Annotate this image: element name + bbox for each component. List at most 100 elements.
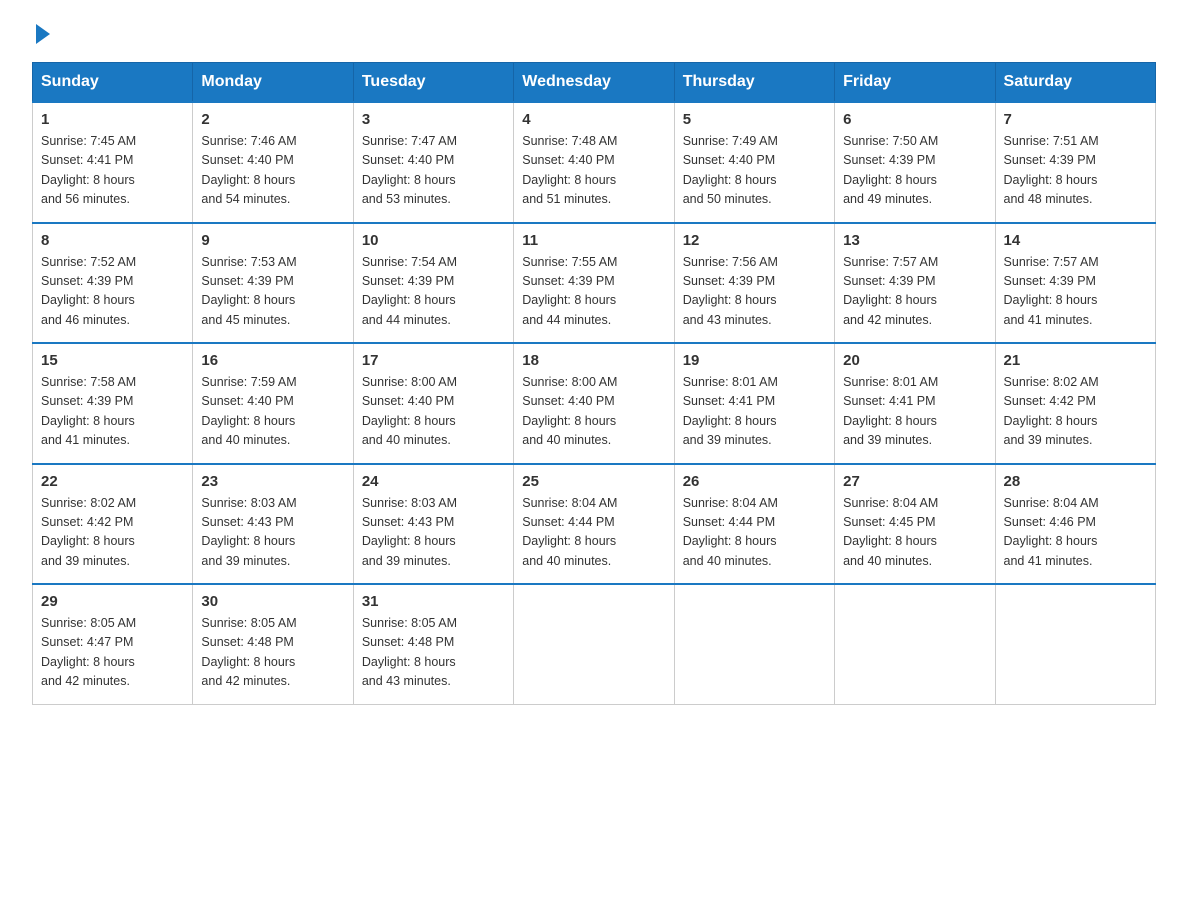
day-info: Sunrise: 8:01 AMSunset: 4:41 PMDaylight:… xyxy=(843,373,986,451)
weekday-saturday: Saturday xyxy=(995,63,1155,103)
day-info: Sunrise: 7:59 AMSunset: 4:40 PMDaylight:… xyxy=(201,373,344,451)
calendar-cell: 18Sunrise: 8:00 AMSunset: 4:40 PMDayligh… xyxy=(514,343,674,464)
calendar-cell: 8 Sunrise: 7:52 AMSunset: 4:39 PMDaylight… xyxy=(33,223,193,344)
calendar-cell: 16 Sunrise: 7:59 AMSunset: 4:40 PMDayligh… xyxy=(193,343,353,464)
day-number: 20 xyxy=(843,352,986,369)
day-info: Sunrise: 7:53 AMSunset: 4:39 PMDaylight:… xyxy=(201,253,344,331)
day-info: Sunrise: 7:48 AMSunset: 4:40 PMDaylight:… xyxy=(522,132,665,210)
day-number: 6 xyxy=(843,111,986,128)
calendar-cell: 21 Sunrise: 8:02 AMSunset: 4:42 PMDayligh… xyxy=(995,343,1155,464)
day-info: Sunrise: 7:47 AMSunset: 4:40 PMDaylight:… xyxy=(362,132,505,210)
week-row-4: 22 Sunrise: 8:02 AMSunset: 4:42 PMDayligh… xyxy=(33,464,1156,585)
day-number: 23 xyxy=(201,473,344,490)
calendar-cell: 31 Sunrise: 8:05 AMSunset: 4:48 PMDayligh… xyxy=(353,584,513,704)
weekday-tuesday: Tuesday xyxy=(353,63,513,103)
day-number: 14 xyxy=(1004,232,1147,249)
day-info: Sunrise: 8:02 AMSunset: 4:42 PMDaylight:… xyxy=(1004,373,1147,451)
calendar-cell: 23 Sunrise: 8:03 AMSunset: 4:43 PMDayligh… xyxy=(193,464,353,585)
calendar-cell xyxy=(995,584,1155,704)
calendar-cell: 28Sunrise: 8:04 AMSunset: 4:46 PMDayligh… xyxy=(995,464,1155,585)
day-info: Sunrise: 8:02 AMSunset: 4:42 PMDaylight:… xyxy=(41,494,184,572)
calendar-cell xyxy=(674,584,834,704)
logo xyxy=(32,24,50,42)
day-info: Sunrise: 8:01 AMSunset: 4:41 PMDaylight:… xyxy=(683,373,826,451)
day-number: 18 xyxy=(522,352,665,369)
day-number: 25 xyxy=(522,473,665,490)
week-row-5: 29Sunrise: 8:05 AMSunset: 4:47 PMDayligh… xyxy=(33,584,1156,704)
day-info: Sunrise: 8:04 AMSunset: 4:45 PMDaylight:… xyxy=(843,494,986,572)
weekday-thursday: Thursday xyxy=(674,63,834,103)
day-number: 17 xyxy=(362,352,505,369)
calendar-cell: 7 Sunrise: 7:51 AMSunset: 4:39 PMDaylight… xyxy=(995,102,1155,223)
day-number: 1 xyxy=(41,111,184,128)
calendar-table: SundayMondayTuesdayWednesdayThursdayFrid… xyxy=(32,62,1156,705)
day-number: 11 xyxy=(522,232,665,249)
calendar-body: 1 Sunrise: 7:45 AMSunset: 4:41 PMDaylight… xyxy=(33,102,1156,704)
day-info: Sunrise: 7:52 AMSunset: 4:39 PMDaylight:… xyxy=(41,253,184,331)
calendar-cell: 10Sunrise: 7:54 AMSunset: 4:39 PMDayligh… xyxy=(353,223,513,344)
calendar-cell: 25 Sunrise: 8:04 AMSunset: 4:44 PMDayligh… xyxy=(514,464,674,585)
calendar-cell: 13Sunrise: 7:57 AMSunset: 4:39 PMDayligh… xyxy=(835,223,995,344)
calendar-cell: 4 Sunrise: 7:48 AMSunset: 4:40 PMDaylight… xyxy=(514,102,674,223)
day-info: Sunrise: 7:57 AMSunset: 4:39 PMDaylight:… xyxy=(1004,253,1147,331)
calendar-cell: 6 Sunrise: 7:50 AMSunset: 4:39 PMDaylight… xyxy=(835,102,995,223)
day-number: 7 xyxy=(1004,111,1147,128)
week-row-2: 8 Sunrise: 7:52 AMSunset: 4:39 PMDaylight… xyxy=(33,223,1156,344)
day-number: 19 xyxy=(683,352,826,369)
day-number: 21 xyxy=(1004,352,1147,369)
day-info: Sunrise: 7:56 AMSunset: 4:39 PMDaylight:… xyxy=(683,253,826,331)
weekday-row: SundayMondayTuesdayWednesdayThursdayFrid… xyxy=(33,63,1156,103)
calendar-cell: 12 Sunrise: 7:56 AMSunset: 4:39 PMDayligh… xyxy=(674,223,834,344)
calendar-header: SundayMondayTuesdayWednesdayThursdayFrid… xyxy=(33,63,1156,103)
weekday-sunday: Sunday xyxy=(33,63,193,103)
day-info: Sunrise: 8:03 AMSunset: 4:43 PMDaylight:… xyxy=(201,494,344,572)
day-info: Sunrise: 8:00 AMSunset: 4:40 PMDaylight:… xyxy=(362,373,505,451)
day-info: Sunrise: 7:50 AMSunset: 4:39 PMDaylight:… xyxy=(843,132,986,210)
calendar-cell: 2 Sunrise: 7:46 AMSunset: 4:40 PMDaylight… xyxy=(193,102,353,223)
day-number: 12 xyxy=(683,232,826,249)
logo-arrow-icon xyxy=(36,24,50,44)
day-number: 9 xyxy=(201,232,344,249)
calendar-cell: 3 Sunrise: 7:47 AMSunset: 4:40 PMDaylight… xyxy=(353,102,513,223)
calendar-cell: 1 Sunrise: 7:45 AMSunset: 4:41 PMDaylight… xyxy=(33,102,193,223)
day-number: 16 xyxy=(201,352,344,369)
weekday-monday: Monday xyxy=(193,63,353,103)
calendar-cell: 24Sunrise: 8:03 AMSunset: 4:43 PMDayligh… xyxy=(353,464,513,585)
day-number: 27 xyxy=(843,473,986,490)
day-number: 30 xyxy=(201,593,344,610)
calendar-cell: 22 Sunrise: 8:02 AMSunset: 4:42 PMDayligh… xyxy=(33,464,193,585)
weekday-friday: Friday xyxy=(835,63,995,103)
day-info: Sunrise: 8:05 AMSunset: 4:48 PMDaylight:… xyxy=(362,614,505,692)
day-number: 10 xyxy=(362,232,505,249)
day-number: 15 xyxy=(41,352,184,369)
calendar-cell: 26Sunrise: 8:04 AMSunset: 4:44 PMDayligh… xyxy=(674,464,834,585)
day-info: Sunrise: 7:45 AMSunset: 4:41 PMDaylight:… xyxy=(41,132,184,210)
day-info: Sunrise: 8:04 AMSunset: 4:44 PMDaylight:… xyxy=(522,494,665,572)
day-number: 2 xyxy=(201,111,344,128)
week-row-3: 15Sunrise: 7:58 AMSunset: 4:39 PMDayligh… xyxy=(33,343,1156,464)
day-number: 26 xyxy=(683,473,826,490)
logo-general xyxy=(32,24,50,46)
calendar-cell: 30Sunrise: 8:05 AMSunset: 4:48 PMDayligh… xyxy=(193,584,353,704)
calendar-cell: 11Sunrise: 7:55 AMSunset: 4:39 PMDayligh… xyxy=(514,223,674,344)
calendar-cell: 29Sunrise: 8:05 AMSunset: 4:47 PMDayligh… xyxy=(33,584,193,704)
day-number: 4 xyxy=(522,111,665,128)
day-number: 22 xyxy=(41,473,184,490)
day-info: Sunrise: 7:46 AMSunset: 4:40 PMDaylight:… xyxy=(201,132,344,210)
calendar-cell: 19 Sunrise: 8:01 AMSunset: 4:41 PMDayligh… xyxy=(674,343,834,464)
day-number: 31 xyxy=(362,593,505,610)
weekday-wednesday: Wednesday xyxy=(514,63,674,103)
calendar-cell: 20 Sunrise: 8:01 AMSunset: 4:41 PMDayligh… xyxy=(835,343,995,464)
day-number: 8 xyxy=(41,232,184,249)
day-info: Sunrise: 8:03 AMSunset: 4:43 PMDaylight:… xyxy=(362,494,505,572)
calendar-cell: 27 Sunrise: 8:04 AMSunset: 4:45 PMDayligh… xyxy=(835,464,995,585)
calendar-cell: 5Sunrise: 7:49 AMSunset: 4:40 PMDaylight… xyxy=(674,102,834,223)
day-info: Sunrise: 7:51 AMSunset: 4:39 PMDaylight:… xyxy=(1004,132,1147,210)
day-number: 29 xyxy=(41,593,184,610)
week-row-1: 1 Sunrise: 7:45 AMSunset: 4:41 PMDaylight… xyxy=(33,102,1156,223)
day-info: Sunrise: 7:49 AMSunset: 4:40 PMDaylight:… xyxy=(683,132,826,210)
calendar-cell: 9 Sunrise: 7:53 AMSunset: 4:39 PMDaylight… xyxy=(193,223,353,344)
day-number: 3 xyxy=(362,111,505,128)
calendar-cell xyxy=(835,584,995,704)
calendar-cell: 14 Sunrise: 7:57 AMSunset: 4:39 PMDayligh… xyxy=(995,223,1155,344)
